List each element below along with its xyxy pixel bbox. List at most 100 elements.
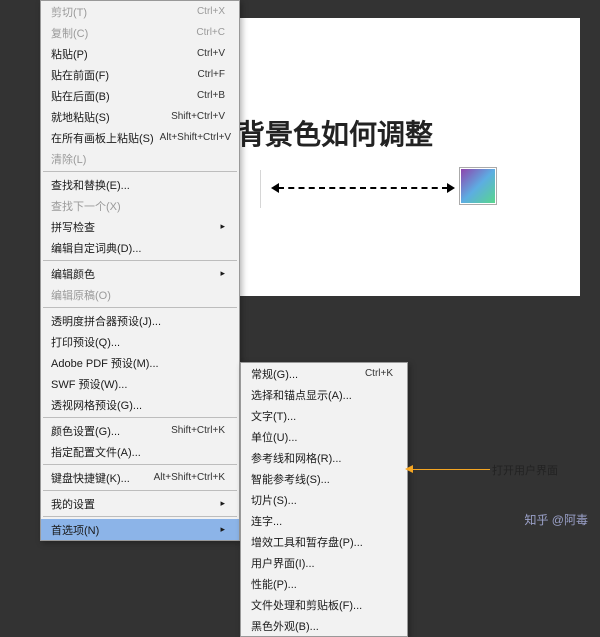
edit-menu-item[interactable]: 首选项(N)▸ — [41, 519, 239, 540]
menu-item-label: 选择和锚点显示(A)... — [251, 387, 393, 403]
menu-item-label: 指定配置文件(A)... — [51, 444, 225, 460]
menu-item-label: 透视网格预设(G)... — [51, 397, 225, 413]
menu-item-shortcut: Ctrl+F — [198, 69, 226, 80]
menu-item-shortcut: Ctrl+K — [365, 368, 393, 379]
watermark: 知乎 @阿毒 — [524, 511, 588, 528]
menu-separator — [43, 464, 237, 465]
edit-menu-item[interactable]: 粘贴(P) Ctrl+V — [41, 43, 239, 64]
annotation-label: 打开用户界面 — [492, 462, 558, 478]
menu-item-label: 参考线和网格(R)... — [251, 450, 393, 466]
prefs-menu-item[interactable]: 切片(S)... — [241, 489, 407, 510]
edit-menu-item[interactable]: Adobe PDF 预设(M)... — [41, 352, 239, 373]
edit-menu-item[interactable]: SWF 预设(W)... — [41, 373, 239, 394]
edit-menu-item[interactable]: 我的设置 ▸ — [41, 493, 239, 514]
menu-item-label: 剪切(T) — [51, 4, 191, 20]
edit-menu-item[interactable]: 键盘快捷键(K)... Alt+Shift+Ctrl+K — [41, 467, 239, 488]
menu-item-label: 查找下一个(X) — [51, 198, 225, 214]
menu-item-label: 查找和替换(E)... — [51, 177, 225, 193]
chevron-right-icon: ▸ — [220, 268, 225, 279]
prefs-menu-item[interactable]: 智能参考线(S)... — [241, 468, 407, 489]
chevron-right-icon: ▸ — [220, 221, 225, 232]
edit-menu-item[interactable]: 透视网格预设(G)... — [41, 394, 239, 415]
menu-item-label: 黑色外观(B)... — [251, 618, 393, 634]
menu-item-label: 就地粘贴(S) — [51, 109, 165, 125]
menu-item-label: 贴在后面(B) — [51, 88, 191, 104]
edit-menu-item[interactable]: 打印预设(Q)... — [41, 331, 239, 352]
menu-item-label: 切片(S)... — [251, 492, 393, 508]
edit-menu-item: 清除(L) — [41, 148, 239, 169]
menu-item-label: 编辑原稿(O) — [51, 287, 225, 303]
menu-item-label: 我的设置 — [51, 496, 216, 512]
menu-item-shortcut: Alt+Shift+Ctrl+V — [160, 132, 231, 143]
annotation-arrow — [412, 469, 490, 470]
prefs-menu-item[interactable]: 文字(T)... — [241, 405, 407, 426]
menu-item-label: 在所有画板上粘贴(S) — [51, 130, 154, 146]
prefs-menu-item[interactable]: 文件处理和剪贴板(F)... — [241, 594, 407, 615]
prefs-menu-item[interactable]: 增效工具和暂存盘(P)... — [241, 531, 407, 552]
menu-item-label: 颜色设置(G)... — [51, 423, 165, 439]
menu-item-shortcut: Ctrl+B — [197, 90, 225, 101]
prefs-menu-item[interactable]: 单位(U)... — [241, 426, 407, 447]
menu-item-label: 拼写检查 — [51, 219, 216, 235]
prefs-menu-item[interactable]: 常规(G)... Ctrl+K — [241, 363, 407, 384]
edit-menu-item[interactable]: 在所有画板上粘贴(S) Alt+Shift+Ctrl+V — [41, 127, 239, 148]
edit-menu-item[interactable]: 透明度拼合器预设(J)... — [41, 310, 239, 331]
menu-item-shortcut: Shift+Ctrl+K — [171, 425, 225, 436]
menu-item-label: 文件处理和剪贴板(F)... — [251, 597, 393, 613]
chevron-right-icon: ▸ — [220, 498, 225, 509]
menu-separator — [43, 417, 237, 418]
prefs-menu-item[interactable]: 用户界面(I)... — [241, 552, 407, 573]
submenu-preferences: 常规(G)... Ctrl+K 选择和锚点显示(A)... 文字(T)... 单位(U)… — [240, 362, 408, 637]
prefs-menu-item[interactable]: 选择和锚点显示(A)... — [241, 384, 407, 405]
edit-menu-item[interactable]: 颜色设置(G)... Shift+Ctrl+K — [41, 420, 239, 441]
menu-item-label: 贴在前面(F) — [51, 67, 192, 83]
edit-menu-item[interactable]: 贴在前面(F) Ctrl+F — [41, 64, 239, 85]
menu-item-shortcut: Alt+Shift+Ctrl+K — [154, 472, 225, 483]
edit-menu-item[interactable]: 就地粘贴(S) Shift+Ctrl+V — [41, 106, 239, 127]
menu-item-label: 单位(U)... — [251, 429, 393, 445]
menu-item-label: 首选项(N) — [51, 522, 216, 538]
menu-item-label: 用户界面(I)... — [251, 555, 393, 571]
edit-menu-item[interactable]: 查找和替换(E)... — [41, 174, 239, 195]
menu-item-label: 透明度拼合器预设(J)... — [51, 313, 225, 329]
menu-item-label: 性能(P)... — [251, 576, 393, 592]
menu-item-label: 连字... — [251, 513, 393, 529]
menu-item-label: Adobe PDF 预设(M)... — [51, 355, 225, 371]
menu-item-shortcut: Ctrl+V — [197, 48, 225, 59]
edit-menu-item[interactable]: 拼写检查 ▸ — [41, 216, 239, 237]
edit-menu-item[interactable]: 指定配置文件(A)... — [41, 441, 239, 462]
menu-item-label: SWF 预设(W)... — [51, 376, 225, 392]
menu-item-label: 编辑颜色 — [51, 266, 216, 282]
menu-item-label: 智能参考线(S)... — [251, 471, 393, 487]
edit-menu-item[interactable]: 编辑自定词典(D)... — [41, 237, 239, 258]
edit-menu-item[interactable]: 编辑颜色 ▸ — [41, 263, 239, 284]
edit-menu-item[interactable]: 贴在后面(B) Ctrl+B — [41, 85, 239, 106]
double-arrow — [278, 187, 448, 189]
menu-separator — [43, 260, 237, 261]
prefs-menu-item[interactable]: 黑色外观(B)... — [241, 615, 407, 636]
menu-separator — [43, 516, 237, 517]
canvas-title: 背景色如何调整 — [237, 113, 433, 153]
edit-menu-item: 剪切(T) Ctrl+X — [41, 1, 239, 22]
menu-item-label: 键盘快捷键(K)... — [51, 470, 148, 486]
menu-separator — [43, 307, 237, 308]
menu-item-label: 粘贴(P) — [51, 46, 191, 62]
thumb-right — [459, 167, 497, 205]
prefs-menu-item[interactable]: 参考线和网格(R)... — [241, 447, 407, 468]
menu-item-shortcut: Shift+Ctrl+V — [171, 111, 225, 122]
menu-item-label: 常规(G)... — [251, 366, 359, 382]
menu-item-shortcut: Ctrl+X — [197, 6, 225, 17]
menu-item-label: 清除(L) — [51, 151, 225, 167]
edit-menu-item: 查找下一个(X) — [41, 195, 239, 216]
menu-item-label: 增效工具和暂存盘(P)... — [251, 534, 393, 550]
menu-item-label: 编辑自定词典(D)... — [51, 240, 225, 256]
prefs-menu-item[interactable]: 连字... — [241, 510, 407, 531]
prefs-menu-item[interactable]: 性能(P)... — [241, 573, 407, 594]
edit-menu-item: 编辑原稿(O) — [41, 284, 239, 305]
context-menu-edit: 剪切(T) Ctrl+X 复制(C)Ctrl+C 粘贴(P) Ctrl+V 贴在前面(F)… — [40, 0, 240, 541]
menu-item-label: 打印预设(Q)... — [51, 334, 225, 350]
menu-item-label: 复制(C) — [51, 25, 190, 41]
menu-item-label: 文字(T)... — [251, 408, 393, 424]
menu-separator — [43, 490, 237, 491]
edit-menu-item: 复制(C)Ctrl+C — [41, 22, 239, 43]
